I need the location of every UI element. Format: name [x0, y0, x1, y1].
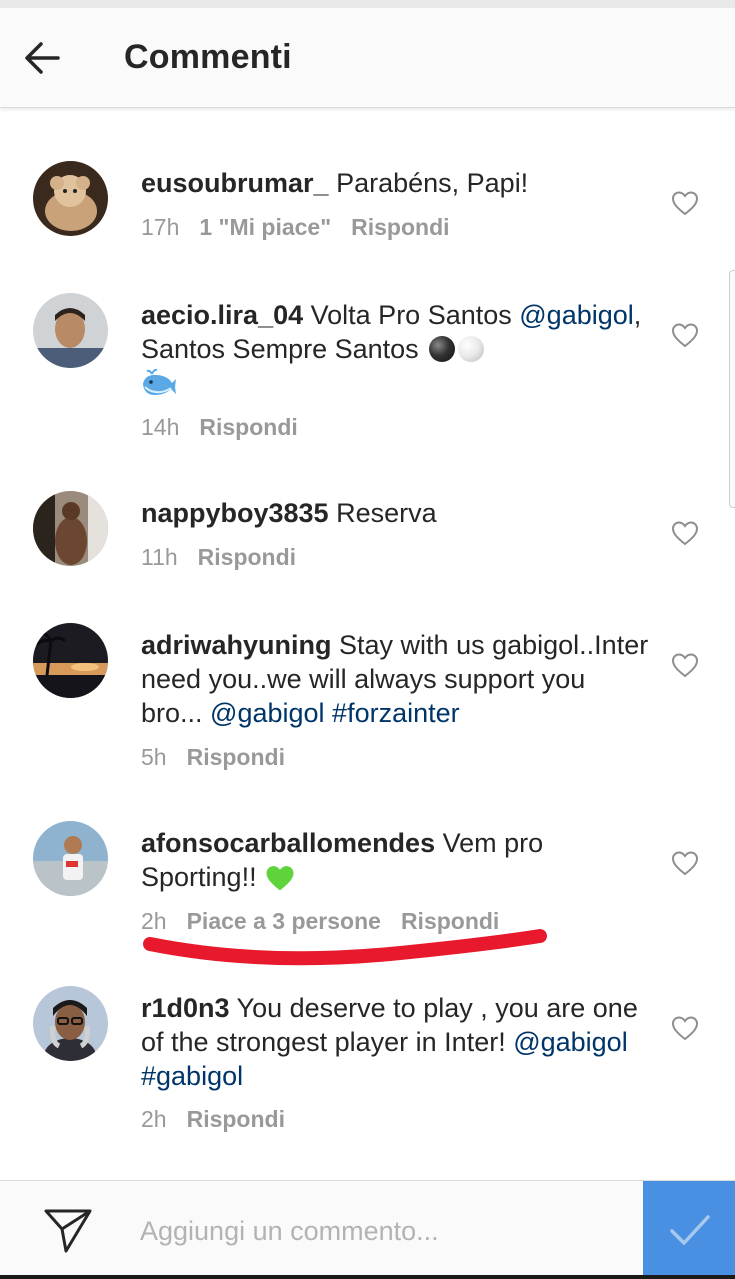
green-heart-emoji [266, 866, 294, 891]
comments-screen: Commenti eusoubrumar_ Parabéns, Papi! 17… [0, 0, 735, 1279]
comment-username[interactable]: afonsocarballomendes [141, 828, 435, 858]
heart-icon [671, 323, 699, 348]
arrow-left-icon [25, 42, 60, 74]
like-button[interactable] [671, 322, 699, 348]
red-annotation-underline [143, 929, 547, 966]
hashtag-link[interactable]: #forzainter [332, 698, 460, 728]
reply-button[interactable]: Rispondi [187, 1106, 285, 1132]
comment-input[interactable] [140, 1203, 630, 1259]
hashtag-link[interactable]: #gabigol [141, 1061, 243, 1091]
comment-text: nappyboy3835 Reserva [141, 496, 651, 530]
comment-time: 17h [141, 214, 180, 240]
avatar[interactable] [33, 293, 108, 368]
comment-text: r1d0n3 You deserve to play , you are one… [141, 991, 651, 1093]
comment-time: 2h [141, 1106, 167, 1132]
white-ball-emoji [458, 336, 485, 362]
comment-meta: 17h 1 "Mi piace" Rispondi [141, 214, 450, 241]
direct-send-button[interactable] [40, 1205, 96, 1255]
black-ball-emoji [429, 336, 456, 362]
comment-meta: 5h Rispondi [141, 744, 285, 771]
scrollbar[interactable] [729, 270, 735, 508]
screen-edge [0, 1275, 735, 1279]
comment-composer [0, 1180, 735, 1279]
status-bar [0, 0, 735, 8]
comment-username[interactable]: eusoubrumar_ [141, 168, 329, 198]
comment-text: afonsocarballomendes Vem pro Sporting!! [141, 826, 651, 894]
reply-button[interactable]: Rispondi [351, 214, 449, 240]
mention-link[interactable]: @gabigol [513, 1027, 628, 1057]
like-button[interactable] [671, 652, 699, 678]
comment-text: aecio.lira_04 Volta Pro Santos @gabigol,… [141, 298, 651, 400]
heart-icon [671, 191, 699, 216]
like-button[interactable] [671, 850, 699, 876]
heart-icon [671, 851, 699, 876]
back-button[interactable] [22, 38, 78, 82]
comment-text: adriwahyuning Stay with us gabigol..Inte… [141, 628, 651, 730]
comment-likes[interactable]: 1 "Mi piace" [199, 214, 331, 240]
avatar[interactable] [33, 623, 108, 698]
avatar[interactable] [33, 821, 108, 896]
avatar[interactable] [33, 161, 108, 236]
comment-text: eusoubrumar_ Parabéns, Papi! [141, 166, 651, 200]
mention-link[interactable]: @gabigol [519, 300, 634, 330]
heart-icon [671, 653, 699, 678]
paper-plane-icon [44, 1209, 92, 1253]
whale-emoji [143, 368, 176, 395]
comment-time: 5h [141, 744, 167, 770]
comment-message: Volta Pro Santos [303, 300, 520, 330]
comment-username[interactable]: adriwahyuning [141, 630, 332, 660]
comment-time: 11h [141, 544, 178, 570]
comment-username[interactable]: nappyboy3835 [141, 498, 329, 528]
heart-icon [671, 521, 699, 546]
checkmark-icon [670, 1215, 710, 1245]
comment-meta: 14h Rispondi [141, 414, 298, 441]
heart-icon [671, 1016, 699, 1041]
comment-message: Reserva [328, 498, 437, 528]
comment-meta: 2h Rispondi [141, 1106, 285, 1133]
reply-button[interactable]: Rispondi [198, 544, 296, 570]
avatar[interactable] [33, 491, 108, 566]
like-button[interactable] [671, 190, 699, 216]
comment-username[interactable]: r1d0n3 [141, 993, 230, 1023]
reply-button[interactable]: Rispondi [199, 414, 297, 440]
header-bar: Commenti [0, 8, 735, 108]
comment-time: 14h [141, 414, 180, 440]
comment-message: Parabéns, Papi! [328, 168, 529, 198]
comment-meta: 11h Rispondi [141, 544, 296, 571]
reply-button[interactable]: Rispondi [187, 744, 285, 770]
like-button[interactable] [671, 520, 699, 546]
avatar[interactable] [33, 986, 108, 1061]
comment-username[interactable]: aecio.lira_04 [141, 300, 303, 330]
like-button[interactable] [671, 1015, 699, 1041]
mention-link[interactable]: @gabigol [210, 698, 325, 728]
page-title: Commenti [124, 38, 292, 76]
post-comment-button[interactable] [643, 1181, 735, 1279]
